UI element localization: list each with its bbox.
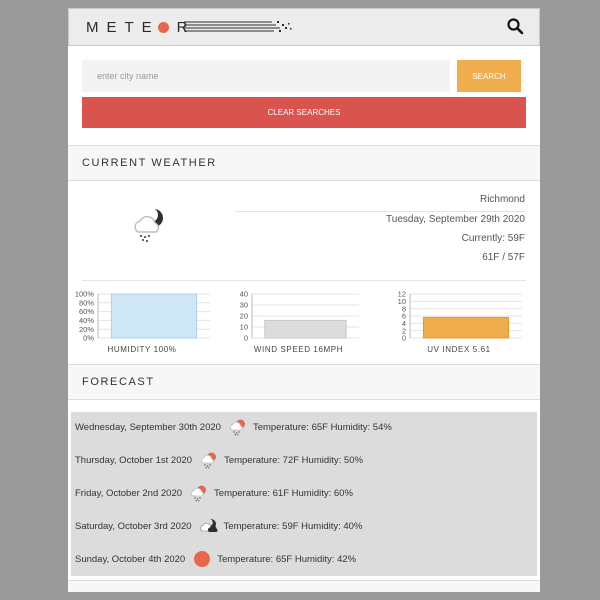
city-search-input[interactable]	[82, 60, 450, 92]
forecast-detail: Temperature: 72F Humidity: 50%	[224, 454, 363, 466]
y-tick-label: 20	[240, 312, 248, 321]
current-date: Tuesday, September 29th 2020	[386, 214, 525, 225]
logo-speed-lines	[184, 21, 292, 32]
forecast-detail: Temperature: 65F Humidity: 42%	[217, 553, 357, 565]
y-tick-label: 100%	[75, 290, 95, 299]
current-weather-title: CURRENT WEATHER	[82, 157, 217, 169]
y-tick-label: 20%	[79, 325, 94, 334]
uv-index-chart-plot: 024681012	[398, 290, 522, 343]
logo-text-left: METE	[86, 18, 160, 36]
y-tick-label: 80%	[79, 298, 94, 307]
bar	[264, 319, 347, 339]
y-tick-label: 12	[398, 290, 406, 299]
y-tick-label: 0%	[83, 334, 94, 343]
uv-index-chart-caption: UV INDEX 5.61	[427, 345, 491, 354]
forecast-row: Thursday, October 1st 2020 Temperature: …	[75, 449, 363, 471]
divider	[82, 280, 526, 281]
forecast-row: Wednesday, September 30th 2020 Temperatu…	[75, 416, 392, 438]
y-tick-label: 10	[240, 323, 248, 332]
wind-speed-chart-plot: 0 10 20 30 40	[240, 290, 359, 343]
logo: METE R	[86, 17, 292, 37]
forecast-date: Thursday, October 1st 2020	[75, 454, 193, 466]
city-name: Richmond	[479, 194, 525, 205]
app-window: METER SEARCH CLEAR SEARCHES CURRENT	[68, 8, 540, 592]
wind-speed-chart: 0 10 20 30 40 WIND SPEED 16MPH	[236, 290, 361, 354]
forecast-date: Friday, October 2nd 2020	[75, 487, 183, 499]
forecast-date: Wednesday, September 30th 2020	[75, 421, 221, 433]
cloud-rain-sun-icon	[229, 418, 247, 436]
header: METE R	[68, 8, 540, 46]
clear-searches-button[interactable]: CLEAR SEARCHES	[82, 97, 526, 128]
y-tick-label: 30	[240, 301, 248, 310]
humidity-chart: 0% 20% 40% 60% 80% 100% HUMIDITY 100%	[72, 290, 212, 354]
cloud-rain-night-icon	[134, 208, 163, 243]
current-weather-header: CURRENT WEATHER	[68, 145, 540, 181]
y-tick-label: 0	[244, 334, 248, 343]
current-temperature: Currently: 59F	[461, 233, 525, 244]
logo-sun-icon	[157, 21, 169, 33]
search-icon[interactable]	[506, 17, 524, 35]
forecast-row: Sunday, October 4th 2020 Temperature: 65…	[75, 548, 356, 570]
forecast-list: Wednesday, September 30th 2020 Temperatu…	[71, 412, 537, 576]
forecast-detail: Temperature: 59F Humidity: 40%	[223, 520, 363, 532]
cloud-night-icon	[199, 517, 218, 535]
humidity-chart-plot: 0%20%40%60%80%100%	[75, 290, 210, 343]
footer-bar	[68, 580, 540, 592]
search-button[interactable]: SEARCH	[457, 60, 521, 92]
y-tick-label: 40%	[79, 316, 94, 325]
uv-index-chart: 0 2 4 6 8 10 12 UV INDEX 5.61	[394, 290, 524, 354]
cloud-rain-sun-icon	[200, 451, 218, 469]
forecast-date: Saturday, October 3rd 2020	[75, 520, 192, 532]
sun-icon	[193, 550, 211, 568]
forecast-detail: Temperature: 65F Humidity: 54%	[252, 421, 392, 433]
divider	[235, 211, 525, 212]
bar	[110, 293, 198, 339]
forecast-row: Friday, October 2nd 2020 Temperature: 61…	[75, 482, 353, 504]
forecast-row: Saturday, October 3rd 2020 Temperature: …	[75, 515, 362, 537]
forecast-title: FORECAST	[82, 376, 155, 388]
wind-speed-chart-caption: WIND SPEED 16MPH	[253, 345, 344, 354]
high-low-temperature: 61F / 57F	[482, 252, 525, 263]
cloud-rain-sun-icon	[190, 484, 208, 502]
y-tick-label: 40	[240, 290, 248, 299]
forecast-date: Sunday, October 4th 2020	[75, 553, 186, 565]
y-tick-label: 60%	[79, 307, 94, 316]
forecast-detail: Temperature: 61F Humidity: 60%	[214, 487, 353, 499]
bar	[422, 316, 510, 339]
forecast-header: FORECAST	[68, 364, 540, 400]
humidity-chart-caption: HUMIDITY 100%	[107, 345, 177, 354]
